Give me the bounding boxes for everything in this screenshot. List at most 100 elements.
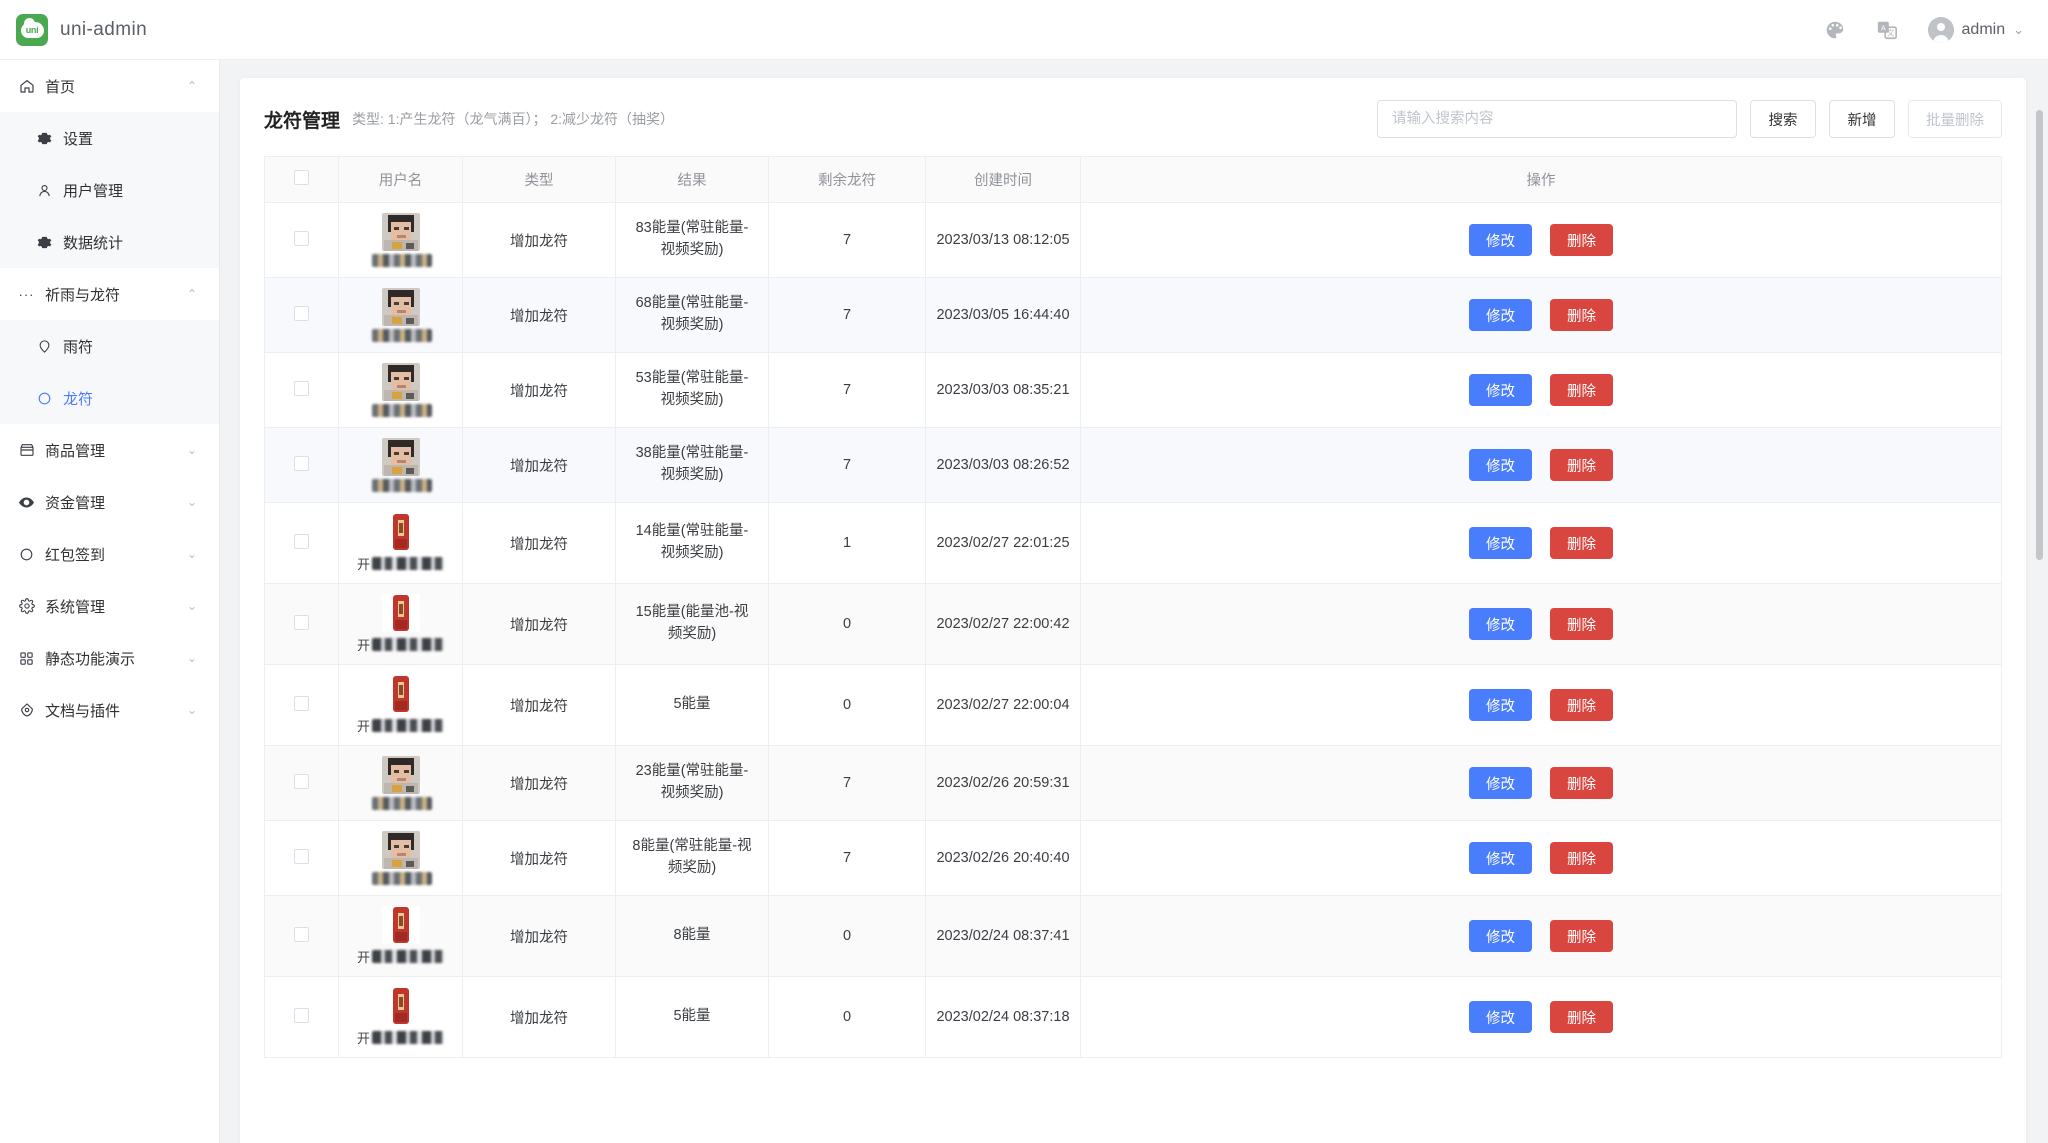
delete-button[interactable]: 删除 [1550, 374, 1613, 406]
sidebar-item-rain-and-dragon[interactable]: ··· 祈雨与龙符 ⌃ [0, 268, 219, 320]
edit-button[interactable]: 修改 [1469, 449, 1532, 481]
row-checkbox[interactable] [294, 305, 309, 321]
table-row[interactable]: 开 增加龙符 8能量 0 2023/02/24 08:37:41 修改 删除 [264, 895, 2002, 977]
edit-button[interactable]: 修改 [1469, 608, 1532, 640]
row-time-cell: 2023/02/26 20:59:31 [925, 745, 1081, 821]
row-checkbox[interactable] [294, 614, 309, 630]
row-type-cell: 增加龙符 [462, 664, 616, 746]
edit-button[interactable]: 修改 [1469, 920, 1532, 952]
delete-button[interactable]: 删除 [1550, 1001, 1613, 1033]
row-time-cell: 2023/02/27 22:01:25 [925, 502, 1081, 584]
sidebar-submenu-rain-and-dragon: 雨符 龙符 [0, 320, 219, 424]
username-prefix: 开 [356, 1031, 370, 1046]
sidebar-item-user-management[interactable]: 用户管理 [0, 164, 219, 216]
row-type-cell: 增加龙符 [462, 976, 616, 1058]
add-button[interactable]: 新增 [1829, 100, 1895, 138]
username-masked [371, 329, 432, 342]
user-menu[interactable]: admin ⌄ [1927, 16, 2024, 43]
sidebar-item-fund-management[interactable]: 资金管理 ⌄ [0, 476, 219, 528]
scrollbar-thumb[interactable] [2036, 110, 2043, 560]
row-checkbox[interactable] [294, 230, 309, 246]
sidebar-item-static-demo[interactable]: 静态功能演示 ⌄ [0, 632, 219, 684]
row-username-cell: 开 [338, 664, 463, 746]
row-type-cell: 增加龙符 [462, 202, 616, 278]
table-area: 用户名 类型 结果 剩余龙符 创建时间 操作 增加龙符 83能量(常驻能量-视频… [240, 156, 2026, 1143]
row-checkbox[interactable] [294, 1007, 309, 1023]
delete-button[interactable]: 删除 [1550, 527, 1613, 559]
username-masked [372, 719, 444, 732]
table-row[interactable]: 增加龙符 23能量(常驻能量-视频奖励) 7 2023/02/26 20:59:31 … [264, 745, 2002, 821]
sidebar-item-product-management[interactable]: 商品管理 ⌄ [0, 424, 219, 476]
edit-button[interactable]: 修改 [1469, 299, 1532, 331]
edit-button[interactable]: 修改 [1469, 767, 1532, 799]
brand-title: uni-admin [60, 18, 148, 40]
row-checkbox[interactable] [294, 533, 309, 549]
username-masked [372, 557, 444, 570]
row-checkbox-cell [264, 820, 339, 896]
edit-button[interactable]: 修改 [1469, 224, 1532, 256]
main-scrollbar[interactable] [2036, 70, 2044, 1143]
user-avatar [381, 906, 420, 944]
delete-button[interactable]: 删除 [1550, 299, 1613, 331]
row-result-cell: 23能量(常驻能量-视频奖励) [615, 745, 769, 821]
select-all-checkbox[interactable] [294, 170, 309, 185]
sidebar-item-home[interactable]: 首页 ⌃ [0, 60, 219, 112]
sidebar-item-dragon-talisman[interactable]: 龙符 [0, 372, 219, 424]
sidebar-item-redpacket-checkin[interactable]: 红包签到 ⌄ [0, 528, 219, 580]
row-username-cell: 开 [338, 583, 463, 665]
row-type-cell: 增加龙符 [462, 427, 616, 503]
col-header-created-time: 创建时间 [925, 156, 1081, 203]
table-row[interactable]: 增加龙符 68能量(常驻能量-视频奖励) 7 2023/03/05 16:44:40 … [264, 277, 2002, 353]
table-row[interactable]: 开 增加龙符 5能量 0 2023/02/27 22:00:04 修改 删除 [264, 664, 2002, 746]
chevron-down-icon: ⌄ [186, 495, 197, 509]
delete-button[interactable]: 删除 [1550, 608, 1613, 640]
edit-button[interactable]: 修改 [1469, 527, 1532, 559]
row-checkbox[interactable] [294, 455, 309, 471]
table-row[interactable]: 增加龙符 8能量(常驻能量-视频奖励) 7 2023/02/26 20:40:40 修… [264, 820, 2002, 896]
table-row[interactable]: 增加龙符 38能量(常驻能量-视频奖励) 7 2023/03/03 08:26:52 … [264, 427, 2002, 503]
username-masked [371, 254, 432, 267]
search-button[interactable]: 搜索 [1750, 100, 1816, 138]
row-checkbox[interactable] [294, 695, 309, 711]
circle-icon [36, 391, 53, 406]
sidebar-item-docs-plugins[interactable]: 文档与插件 ⌄ [0, 684, 219, 736]
sidebar-item-data-statistics[interactable]: 数据统计 [0, 216, 219, 268]
row-operations-cell: 修改 删除 [1080, 976, 2002, 1058]
col-header-remaining: 剩余龙符 [768, 156, 926, 203]
table-row[interactable]: 增加龙符 53能量(常驻能量-视频奖励) 7 2023/03/03 08:35:21 … [264, 352, 2002, 428]
row-operations-cell: 修改 删除 [1080, 427, 2002, 503]
delete-button[interactable]: 删除 [1550, 920, 1613, 952]
row-checkbox[interactable] [294, 926, 309, 942]
row-remaining-cell: 0 [768, 664, 926, 746]
table-row[interactable]: 增加龙符 83能量(常驻能量-视频奖励) 7 2023/03/13 08:12:05 … [264, 202, 2002, 278]
table-row[interactable]: 开 增加龙符 14能量(常驻能量-视频奖励) 1 2023/02/27 22:01:2… [264, 502, 2002, 584]
row-checkbox[interactable] [294, 380, 309, 396]
app-root: uni uni-admin 文 A admin ⌄ 首页 ⌃ 设置 用户管理 数… [0, 0, 2048, 1143]
edit-button[interactable]: 修改 [1469, 374, 1532, 406]
delete-button[interactable]: 删除 [1550, 689, 1613, 721]
edit-button[interactable]: 修改 [1469, 1001, 1532, 1033]
sidebar-submenu-home: 设置 用户管理 数据统计 [0, 112, 219, 268]
palette-icon[interactable] [1824, 19, 1846, 41]
row-checkbox[interactable] [294, 848, 309, 864]
row-checkbox-cell [264, 745, 339, 821]
row-username-cell [338, 352, 463, 428]
sidebar-item-system-management[interactable]: 系统管理 ⌄ [0, 580, 219, 632]
language-icon[interactable]: 文 A [1876, 19, 1898, 41]
batch-delete-button[interactable]: 批量删除 [1908, 100, 2002, 138]
table-row[interactable]: 开 增加龙符 5能量 0 2023/02/24 08:37:18 修改 删除 [264, 976, 2002, 1058]
row-checkbox[interactable] [294, 773, 309, 789]
delete-button[interactable]: 删除 [1550, 842, 1613, 874]
table-row[interactable]: 开 增加龙符 15能量(能量池-视频奖励) 0 2023/02/27 22:00:42… [264, 583, 2002, 665]
header-tools: 搜索 新增 批量删除 [1377, 100, 2002, 138]
sidebar-item-settings[interactable]: 设置 [0, 112, 219, 164]
delete-button[interactable]: 删除 [1550, 224, 1613, 256]
brand[interactable]: uni uni-admin [16, 13, 148, 46]
search-input[interactable] [1377, 100, 1737, 138]
sidebar-item-rain-talisman[interactable]: 雨符 [0, 320, 219, 372]
delete-button[interactable]: 删除 [1550, 767, 1613, 799]
edit-button[interactable]: 修改 [1469, 842, 1532, 874]
delete-button[interactable]: 删除 [1550, 449, 1613, 481]
edit-button[interactable]: 修改 [1469, 689, 1532, 721]
row-result-cell: 15能量(能量池-视频奖励) [615, 583, 769, 665]
